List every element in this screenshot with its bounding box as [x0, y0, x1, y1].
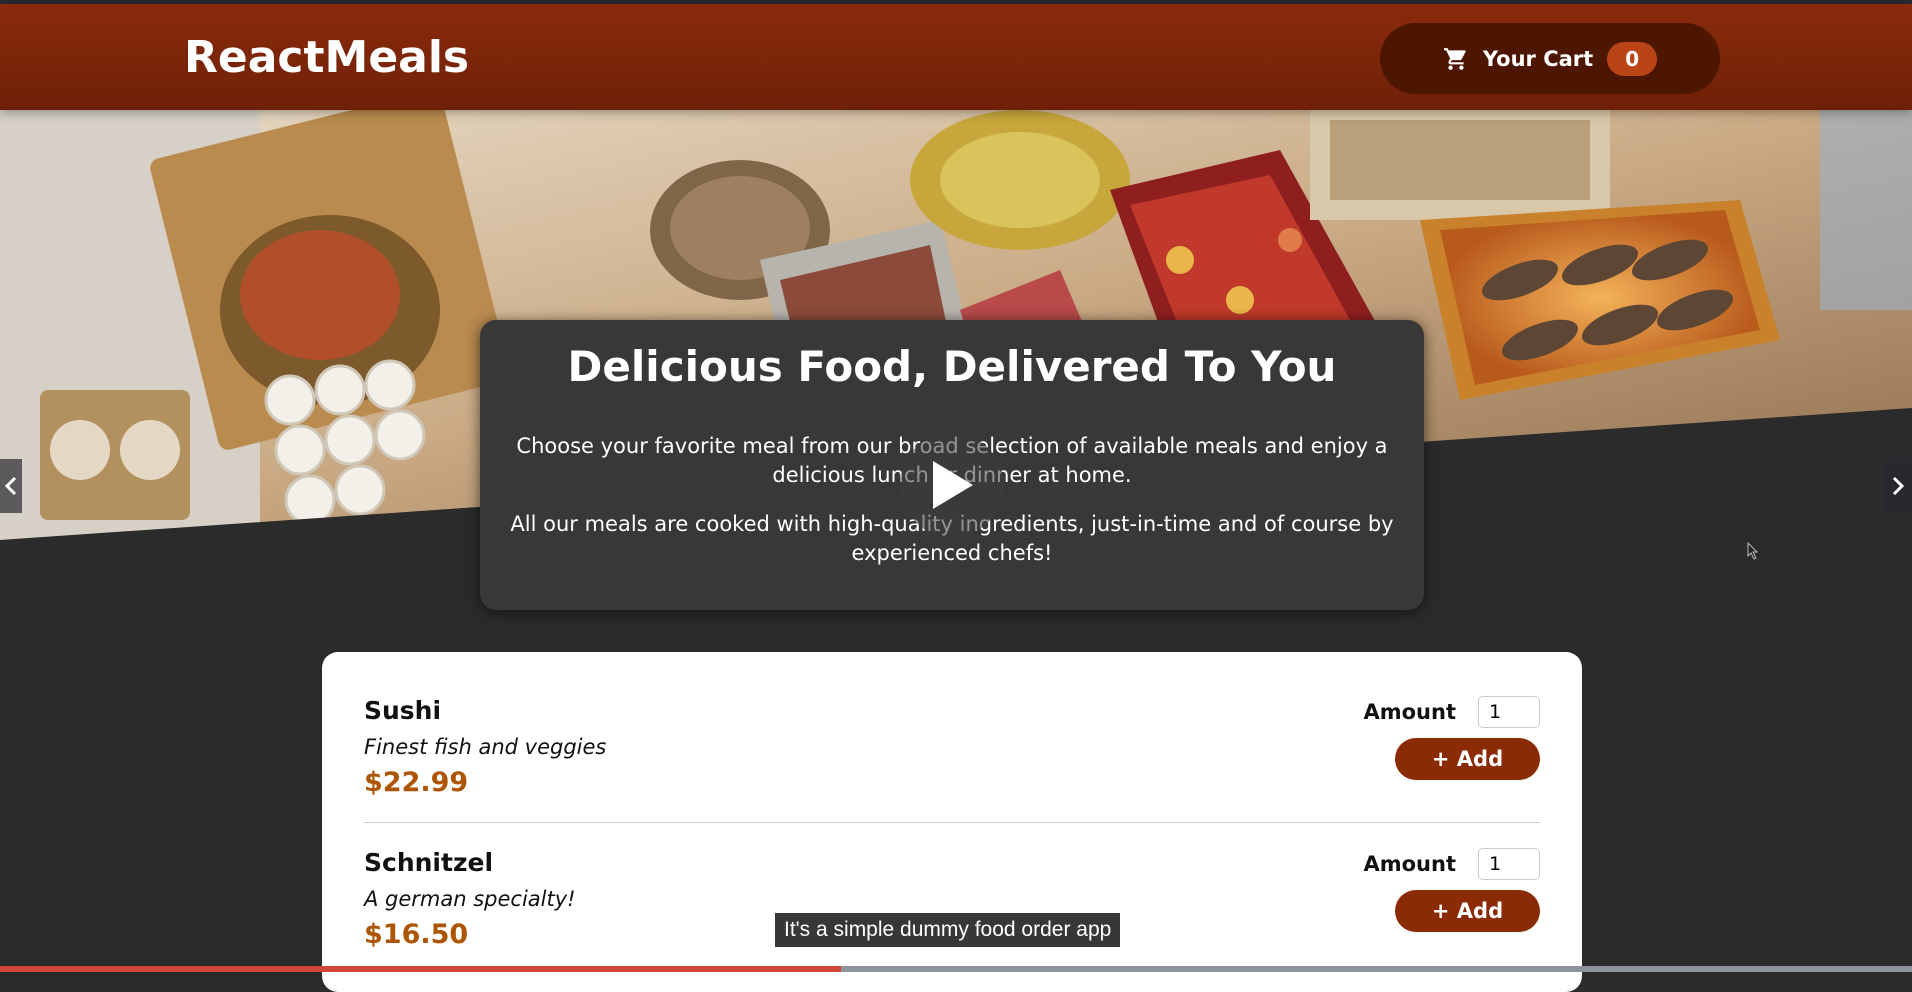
- cart-label: Your Cart: [1482, 46, 1594, 71]
- amount-row: Amount: [1363, 848, 1540, 880]
- amount-label: Amount: [1363, 700, 1456, 724]
- meal-price: $22.99: [364, 767, 469, 798]
- add-button[interactable]: + Add: [1395, 738, 1540, 780]
- previous-arrow-button[interactable]: [0, 459, 22, 513]
- meal-divider: [364, 822, 1540, 823]
- amount-row: Amount: [1363, 696, 1540, 728]
- amount-label: Amount: [1363, 852, 1456, 876]
- video-progress-fill: [0, 966, 842, 972]
- logo: ReactMeals: [184, 32, 470, 83]
- next-arrow-button[interactable]: [1884, 459, 1912, 513]
- play-button[interactable]: [900, 433, 1004, 537]
- app-header: ReactMeals Your Cart 0: [0, 4, 1912, 110]
- cart-icon: [1443, 47, 1466, 70]
- add-button[interactable]: + Add: [1395, 890, 1540, 932]
- play-icon: [933, 461, 973, 509]
- cart-button[interactable]: Your Cart 0: [1380, 23, 1720, 94]
- meal-description: Finest fish and veggies: [364, 735, 607, 759]
- chevron-left-icon: [4, 476, 17, 496]
- video-progress-bar[interactable]: [0, 966, 1912, 972]
- summary-title: Delicious Food, Delivered To You: [567, 342, 1337, 391]
- meal-item: Sushi Finest fish and veggies $22.99 Amo…: [364, 696, 1540, 798]
- amount-input[interactable]: [1478, 848, 1540, 880]
- amount-input[interactable]: [1478, 696, 1540, 728]
- meal-description: A german specialty!: [364, 887, 576, 911]
- mouse-cursor-icon: [1747, 542, 1759, 560]
- chevron-right-icon: [1892, 476, 1905, 496]
- video-caption: It's a simple dummy food order app: [775, 913, 1121, 947]
- cart-count-badge: 0: [1607, 41, 1658, 76]
